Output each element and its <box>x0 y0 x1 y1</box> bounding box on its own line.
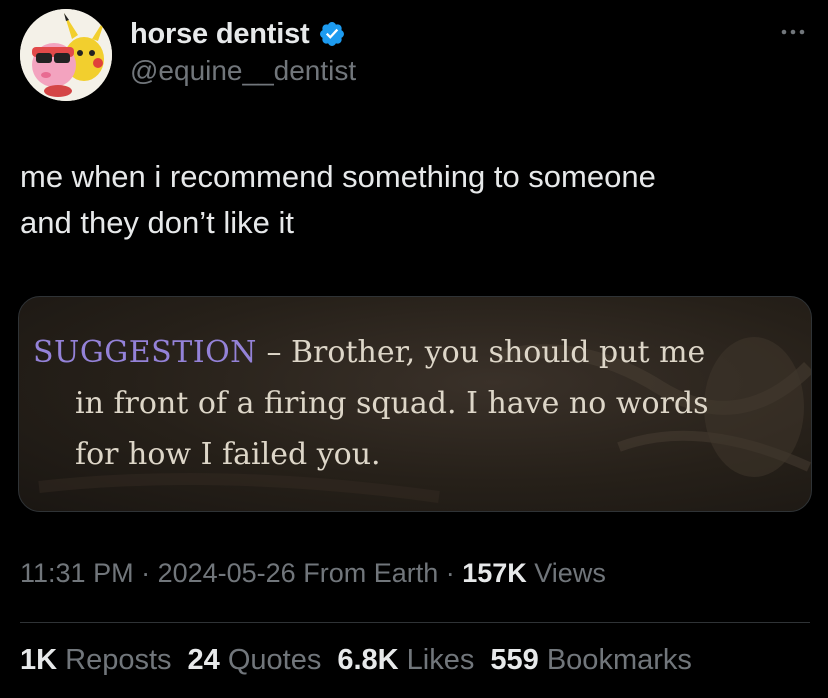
tweet-meta: 11:31 PM · 2024-05-26 From Earth · 157K … <box>20 558 606 589</box>
display-name[interactable]: horse dentist <box>130 18 310 51</box>
tweet-source: From Earth <box>295 558 439 588</box>
media-caption: SUGGESTION – Brother, you should put me … <box>33 327 803 480</box>
kirby-pikachu-avatar-icon <box>20 9 112 101</box>
bookmarks-label: Bookmarks <box>538 644 692 676</box>
verified-badge-icon[interactable] <box>318 20 346 48</box>
media-line-2: in front of a firing squad. I have no wo… <box>75 386 709 421</box>
suggestion-label: SUGGESTION <box>33 335 257 370</box>
reposts-stat[interactable]: 1K Reposts <box>20 644 172 676</box>
media-line-1: SUGGESTION – Brother, you should put me <box>33 327 803 378</box>
bookmarks-stat[interactable]: 559 Bookmarks <box>490 644 692 676</box>
views-count: 157K <box>462 558 527 588</box>
bookmarks-count: 559 <box>490 644 539 676</box>
tweet-text: me when i recommend something to someone… <box>20 159 656 240</box>
engagement-stats: 1K Reposts 24 Quotes 6.8K Likes 559 Bookmar… <box>20 644 692 677</box>
media-line-1-rest: – Brother, you should put me <box>256 335 706 370</box>
meta-separator: · <box>133 558 158 588</box>
divider <box>20 622 810 623</box>
meta-separator: · <box>438 558 463 588</box>
tweet-time[interactable]: 11:31 PM <box>20 558 134 588</box>
more-options-icon[interactable] <box>778 22 808 42</box>
media-line-3: for how I failed you. <box>75 437 381 472</box>
reposts-label: Reposts <box>57 644 172 676</box>
quotes-stat[interactable]: 24 Quotes <box>188 644 322 676</box>
views-label: Views <box>526 558 606 588</box>
likes-count: 6.8K <box>337 644 399 676</box>
avatar[interactable] <box>20 9 112 101</box>
tweet-date[interactable]: 2024-05-26 <box>158 558 296 588</box>
reposts-count: 1K <box>20 644 58 676</box>
likes-label: Likes <box>398 644 475 676</box>
tweet-media-image[interactable]: SUGGESTION – Brother, you should put me … <box>18 296 812 512</box>
quotes-count: 24 <box>187 644 220 676</box>
author-handle[interactable]: @equine__dentist <box>130 55 356 87</box>
likes-stat[interactable]: 6.8K Likes <box>337 644 474 676</box>
quotes-label: Quotes <box>219 644 322 676</box>
author-name-row: horse dentist <box>130 14 346 54</box>
